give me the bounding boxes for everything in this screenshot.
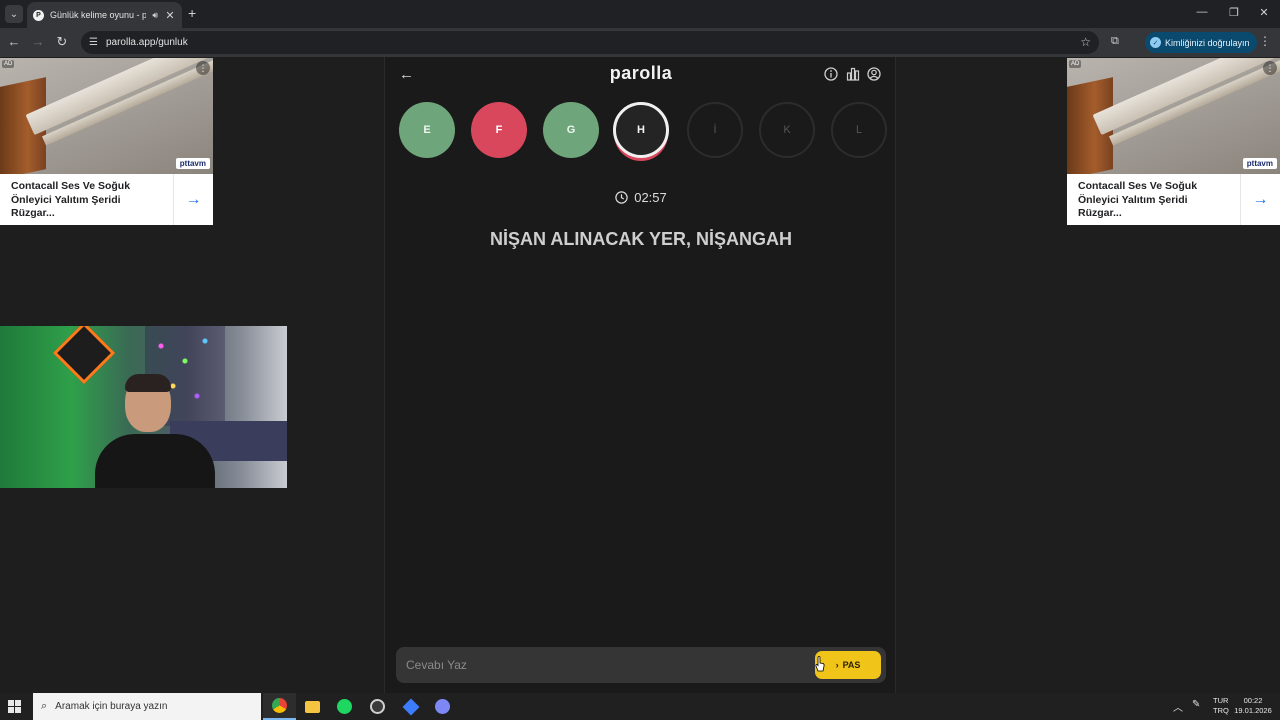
answer-input[interactable]	[406, 647, 806, 683]
reload-icon[interactable]: ↻	[54, 34, 70, 50]
browser-menu-icon[interactable]: ⋮	[1259, 34, 1271, 48]
forward-icon[interactable]: →	[30, 34, 46, 49]
restore-icon[interactable]: ❐	[1226, 6, 1242, 19]
timer: 02:57	[385, 190, 897, 205]
pass-label: PAS	[842, 660, 861, 670]
clock[interactable]: 00:22 19.01.2026	[1233, 696, 1273, 716]
discord-icon[interactable]	[426, 693, 459, 720]
letter-circle: İ	[687, 102, 743, 158]
timer-value: 02:57	[634, 190, 667, 205]
taskbar-search[interactable]: ⌕ Aramak için buraya yazın	[33, 693, 261, 720]
taskbar: ⌕ Aramak için buraya yazın ︿ ✎ TUR TRQ 0…	[0, 693, 1280, 720]
windows-start-icon[interactable]	[8, 700, 21, 713]
tab-title: Günlük kelime oyunu - parolla	[50, 10, 147, 20]
right-ad[interactable]: AD ⋮ pttavm Contacall Ses Ve Soğuk Önley…	[1067, 58, 1280, 225]
ad-arrow-icon[interactable]: →	[1240, 174, 1280, 225]
search-icon: ⌕	[41, 700, 48, 712]
info-icon[interactable]	[824, 67, 838, 81]
ad-headline[interactable]: Contacall Ses Ve Soğuk Önleyici Yalıtım …	[11, 180, 161, 221]
right-sidebar: AD ⋮ pttavm Contacall Ses Ve Soğuk Önley…	[1067, 57, 1280, 693]
letter-circle: K	[759, 102, 815, 158]
ad-badge: AD	[1069, 60, 1082, 68]
audio-playing-icon[interactable]: 🔊︎	[152, 10, 158, 21]
taskbar-search-placeholder: Aramak için buraya yazın	[55, 701, 168, 712]
ad-headline[interactable]: Contacall Ses Ve Soğuk Önleyici Yalıtım …	[1078, 180, 1228, 221]
ad-product-image[interactable]: AD ⋮ pttavm	[1067, 58, 1280, 174]
language-indicator[interactable]: TUR TRQ	[1213, 696, 1229, 716]
browser-toolbar: ← → ↻ ☰ parolla.app/gunluk ☆ ⧉ ✓ Kimliği…	[0, 28, 1280, 57]
letter-circle: H	[613, 102, 669, 158]
clock-icon	[615, 191, 628, 204]
url-text[interactable]: parolla.app/gunluk	[106, 37, 188, 48]
letter-circle: E	[399, 102, 455, 158]
game-panel: ← parolla E F G H İ K L 02:57 NİŞAN ALIN…	[384, 57, 896, 693]
ad-product-image[interactable]: AD ⋮ pttavm	[0, 58, 213, 174]
minimize-icon[interactable]: —	[1194, 6, 1210, 18]
letter-ring: E F G H İ K L	[399, 102, 889, 162]
back-icon[interactable]: ←	[6, 34, 22, 49]
app-icon[interactable]	[394, 693, 427, 720]
streamer	[95, 374, 215, 488]
spotify-icon[interactable]	[328, 693, 361, 720]
tab-close-icon[interactable]: ✕	[164, 9, 176, 22]
web-page: AD ⋮ pttavm Contacall Ses Ve Soğuk Önley…	[0, 57, 1280, 693]
letter-circle: L	[831, 102, 887, 158]
question-clue: NİŞAN ALINACAK YER, NİŞANGAH	[489, 229, 793, 249]
site-info-icon[interactable]: ☰	[89, 37, 98, 48]
ad-badge: AD	[2, 60, 15, 68]
window-close-icon[interactable]: ✕	[1256, 6, 1272, 19]
left-ad[interactable]: AD ⋮ pttavm Contacall Ses Ve Soğuk Önley…	[0, 58, 213, 225]
chrome-icon[interactable]	[263, 693, 296, 720]
ad-menu-icon[interactable]: ⋮	[1263, 61, 1277, 75]
obs-icon[interactable]	[361, 693, 394, 720]
ad-brand-logo: pttavm	[1242, 158, 1277, 169]
parolla-favicon-icon: P	[33, 9, 44, 21]
new-tab-icon[interactable]: +	[188, 5, 196, 21]
chevron-right-icon: ›	[835, 660, 839, 670]
bookmark-star-icon[interactable]: ☆	[1080, 35, 1091, 49]
app-title: parolla	[609, 63, 673, 83]
shield-icon: ✓	[1150, 37, 1161, 48]
hand-cursor-icon	[815, 656, 825, 672]
extensions-icon[interactable]: ⧉	[1111, 35, 1119, 48]
profile-icon[interactable]	[867, 67, 881, 81]
browser-tab[interactable]: P Günlük kelime oyunu - parolla 🔊︎ ✕	[27, 2, 182, 28]
stats-icon[interactable]	[846, 67, 860, 81]
letter-circle: G	[543, 102, 599, 158]
ad-brand-logo: pttavm	[175, 158, 210, 169]
file-explorer-icon[interactable]	[296, 693, 329, 720]
ad-menu-icon[interactable]: ⋮	[196, 61, 210, 75]
letter-circle: F	[471, 102, 527, 158]
answer-bar: › PAS	[396, 647, 886, 683]
tab-search-icon[interactable]: ⌄	[5, 5, 23, 23]
address-bar[interactable]: ☰ parolla.app/gunluk ☆	[81, 31, 1099, 54]
pen-icon[interactable]: ✎	[1192, 699, 1200, 710]
verify-identity-button[interactable]: ✓ Kimliğinizi doğrulayın	[1145, 32, 1257, 53]
verify-identity-label: Kimliğinizi doğrulayın	[1165, 37, 1250, 48]
browser-tab-bar: ⌄ P Günlük kelime oyunu - parolla 🔊︎ ✕ +…	[0, 0, 1280, 28]
tray-expand-icon[interactable]: ︿	[1173, 699, 1183, 714]
webcam-overlay	[0, 326, 287, 488]
ad-arrow-icon[interactable]: →	[173, 174, 213, 225]
